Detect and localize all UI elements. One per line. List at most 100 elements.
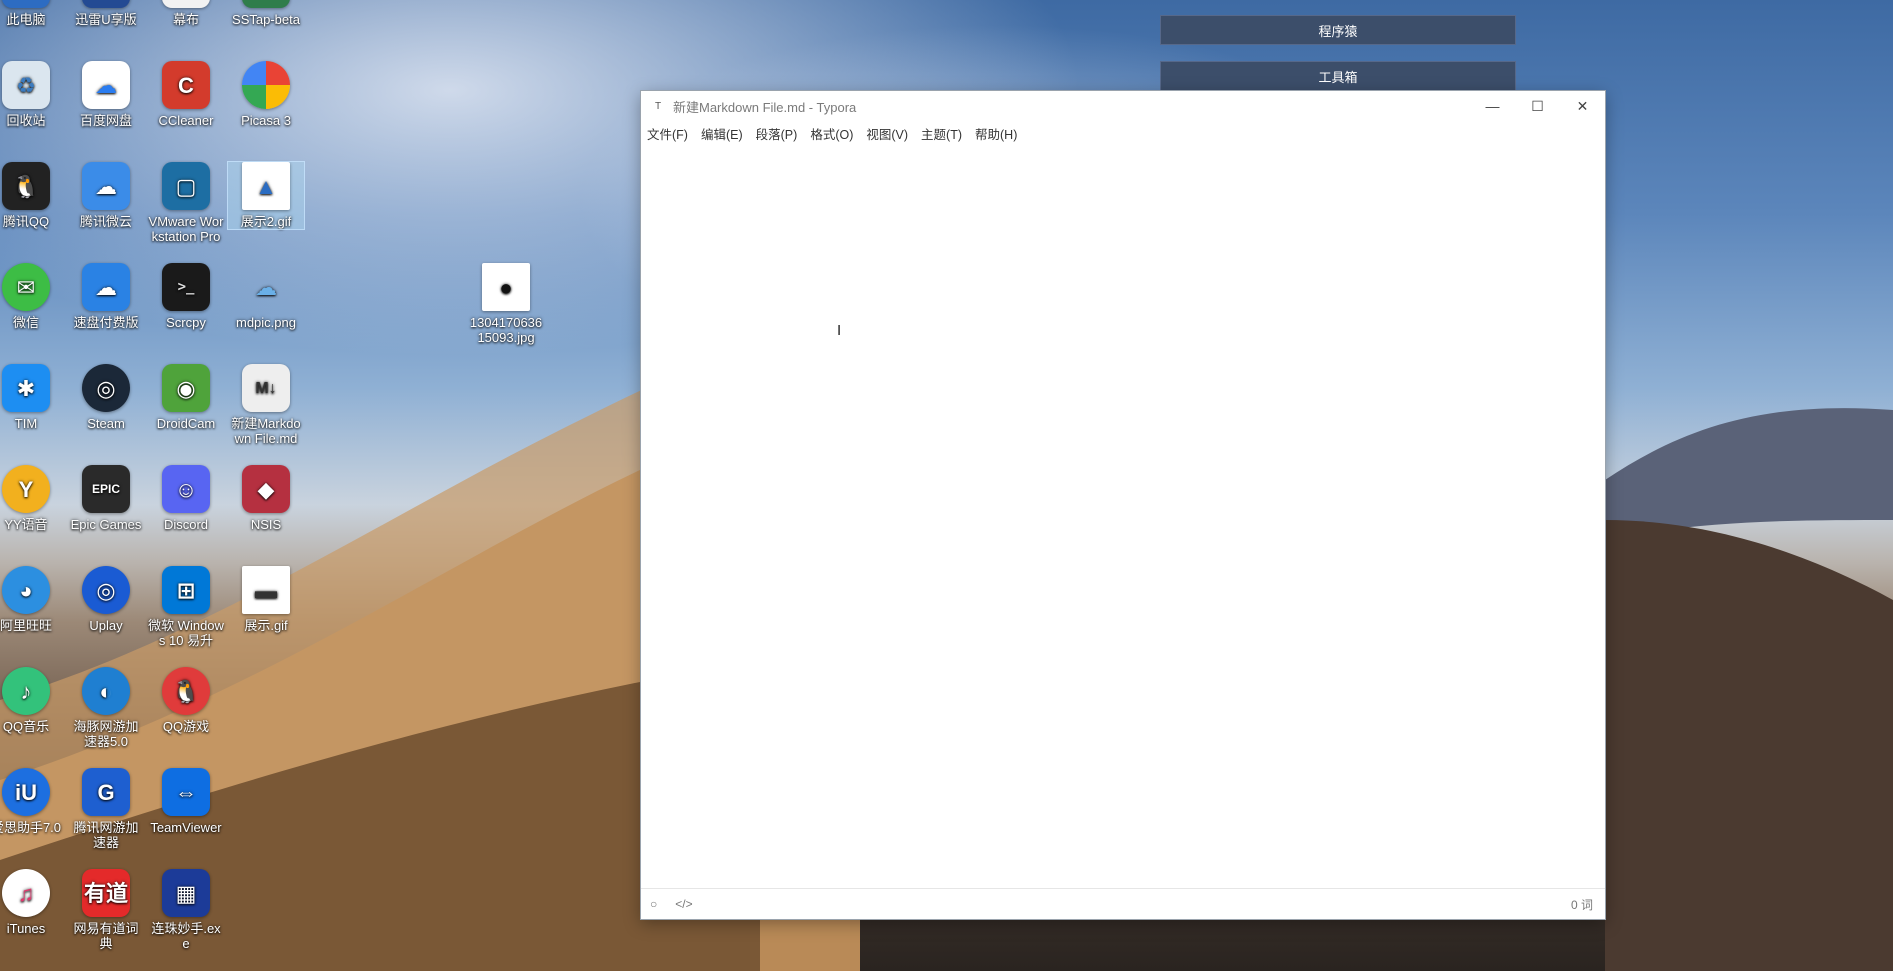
desktop-shortcut-label: 网易有道词典: [73, 921, 139, 951]
menu-help[interactable]: 帮助(H): [975, 124, 1017, 143]
desktop-shortcut-label: mdpic.png: [236, 315, 296, 330]
wangwang-icon: ◕: [2, 566, 50, 614]
desktop-shortcut[interactable]: ◕ 阿里旺旺: [0, 566, 64, 633]
menu-paragraph[interactable]: 段落(P): [756, 124, 798, 143]
desktop-shortcut[interactable]: ◉ DroidCam: [148, 364, 224, 431]
qq-icon: 🐧: [2, 162, 50, 210]
desktop-shortcut[interactable]: ♻ 回收站: [0, 61, 64, 128]
desktop-shortcut[interactable]: ● 130417063615093.jpg: [468, 263, 544, 345]
desktop-shortcut[interactable]: iU 爱思助手7.0: [0, 768, 64, 835]
desktop-shortcut[interactable]: G 腾讯网游加速器: [68, 768, 144, 850]
desktop-shortcut[interactable]: ⇔ TeamViewer: [148, 768, 224, 835]
desktop-shortcut[interactable]: Picasa 3: [228, 61, 304, 128]
menu-theme[interactable]: 主题(T): [921, 124, 962, 143]
source-code-toggle-icon[interactable]: </>: [675, 897, 692, 911]
word-count[interactable]: 0 词: [1571, 896, 1593, 913]
terminal-icon: >_: [162, 263, 210, 311]
mdpic-icon: ☁: [255, 274, 277, 300]
menu-file[interactable]: 文件(F): [647, 124, 688, 143]
desktop-shortcut-label: Epic Games: [70, 517, 142, 532]
ccleaner-icon: C: [162, 61, 210, 109]
text-cursor-icon: I: [837, 322, 842, 339]
computer-icon: ▣: [2, 0, 50, 8]
minimize-button[interactable]: —: [1470, 91, 1515, 121]
maximize-button[interactable]: ☐: [1515, 91, 1560, 121]
weiyun-icon: ☁: [82, 162, 130, 210]
desktop-shortcut-label: VMware Workstation Pro: [148, 214, 224, 244]
desktop-shortcut-label: TeamViewer: [150, 820, 222, 835]
launcher-strip-programmer[interactable]: 程序猿: [1160, 15, 1516, 45]
desktop-shortcut[interactable]: C CCleaner: [148, 61, 224, 128]
desktop-shortcut-label: Uplay: [89, 618, 123, 633]
desktop-shortcut[interactable]: ◕ 幕布: [148, 0, 224, 27]
menu-format[interactable]: 格式(O): [810, 124, 853, 143]
itunes-icon: ♫: [2, 869, 50, 917]
menu-view[interactable]: 视图(V): [866, 124, 908, 143]
desktop-shortcut[interactable]: ▲ 展示2.gif: [227, 161, 305, 230]
qq-game-icon: 🐧: [162, 667, 210, 715]
launcher-strip-toolbox[interactable]: 工具箱: [1160, 61, 1516, 91]
desktop-shortcut[interactable]: ✉ 微信: [0, 263, 64, 330]
desktop-shortcut-label: 爱思助手7.0: [0, 820, 62, 835]
desktop-shortcut[interactable]: ✱ TIM: [0, 364, 64, 431]
desktop-shortcut-label: 130417063615093.jpg: [469, 315, 543, 345]
gif-file-icon: ▬: [242, 566, 290, 614]
desktop-shortcut-label: 腾讯QQ: [2, 214, 50, 229]
desktop-shortcut[interactable]: ⚡ 迅雷U享版: [68, 0, 144, 27]
desktop-shortcut[interactable]: M↓ 新建Markdown File.md: [228, 364, 304, 446]
desktop-shortcut[interactable]: ▦ 连珠妙手.exe: [148, 869, 224, 951]
menu-edit[interactable]: 编辑(E): [701, 124, 743, 143]
desktop-shortcut[interactable]: ◐ 海豚网游加速器5.0: [68, 667, 144, 749]
desktop-shortcut-label: Discord: [163, 517, 209, 532]
desktop-shortcut[interactable]: >_ Scrcpy: [148, 263, 224, 330]
editor-area[interactable]: I: [641, 145, 1605, 889]
desktop-shortcut-label: 微信: [12, 315, 39, 330]
close-button[interactable]: ✕: [1560, 91, 1605, 121]
desktop-shortcut-label: 海豚网游加速器5.0: [73, 719, 139, 749]
desktop-shortcut[interactable]: ☁ 速盘付费版: [68, 263, 144, 330]
desktop-shortcut[interactable]: Y YY语音: [0, 465, 64, 532]
tim-icon: ✱: [2, 364, 50, 412]
desktop-shortcut-label: DroidCam: [156, 416, 216, 431]
desktop-shortcut-label: 微软 Windows 10 易升: [148, 618, 224, 648]
steam-icon: ◎: [82, 364, 130, 412]
desktop-shortcut-label: iTunes: [6, 921, 46, 936]
uplay-icon: ◎: [82, 566, 130, 614]
desktop-shortcut[interactable]: ☁ 百度网盘: [68, 61, 144, 128]
desktop-shortcut-label: 阿里旺旺: [0, 618, 52, 633]
desktop-shortcut-label: 腾讯网游加速器: [73, 820, 139, 850]
desktop-shortcut[interactable]: ◎ Uplay: [68, 566, 144, 633]
desktop-shortcut[interactable]: ▬ 展示.gif: [228, 566, 304, 633]
outline-toggle-icon[interactable]: ○: [650, 897, 657, 911]
aisi-icon: iU: [2, 768, 50, 816]
desktop-shortcut[interactable]: 🐧 腾讯QQ: [0, 162, 64, 229]
desktop-shortcut[interactable]: ☁ mdpic.png: [228, 263, 304, 330]
desktop-shortcut[interactable]: 🐧 QQ游戏: [148, 667, 224, 734]
minimize-icon: —: [1485, 98, 1500, 114]
desktop-shortcut-label: 腾讯微云: [79, 214, 132, 229]
discord-icon: ☺: [162, 465, 210, 513]
desktop-shortcut[interactable]: ◆ NSIS: [228, 465, 304, 532]
desktop-shortcut[interactable]: 有道 网易有道词典: [68, 869, 144, 951]
desktop-shortcut[interactable]: ♫ iTunes: [0, 869, 64, 936]
window-title: 新建Markdown File.md - Typora: [673, 99, 857, 115]
recycle-bin-icon: ♻: [2, 61, 50, 109]
desktop-shortcut-label: 展示.gif: [244, 618, 288, 633]
desktop-shortcut[interactable]: ⊞ 微软 Windows 10 易升: [148, 566, 224, 648]
title-bar[interactable]: T 新建Markdown File.md - Typora — ☐ ✕: [641, 91, 1605, 121]
desktop-shortcut[interactable]: ◎ Steam: [68, 364, 144, 431]
strip-label: 工具箱: [1318, 69, 1358, 85]
yy-icon: Y: [2, 465, 50, 513]
desktop-shortcut[interactable]: ⛨ SSTap-beta: [228, 0, 304, 27]
desktop-shortcut-label: 新建Markdown File.md: [231, 416, 301, 446]
desktop-shortcut[interactable]: ☺ Discord: [148, 465, 224, 532]
desktop-shortcut[interactable]: EPIC Epic Games: [68, 465, 144, 532]
supan-icon: ☁: [82, 263, 130, 311]
desktop-shortcut[interactable]: ▢ VMware Workstation Pro: [148, 162, 224, 244]
desktop-shortcut[interactable]: ▣ 此电脑: [0, 0, 64, 27]
desktop-shortcut[interactable]: ♪ QQ音乐: [0, 667, 64, 734]
desktop-shortcut[interactable]: ☁ 腾讯微云: [68, 162, 144, 229]
typora-window[interactable]: T 新建Markdown File.md - Typora — ☐ ✕ 文件(F…: [641, 91, 1605, 919]
maximize-icon: ☐: [1531, 97, 1544, 114]
close-icon: ✕: [1576, 97, 1589, 114]
